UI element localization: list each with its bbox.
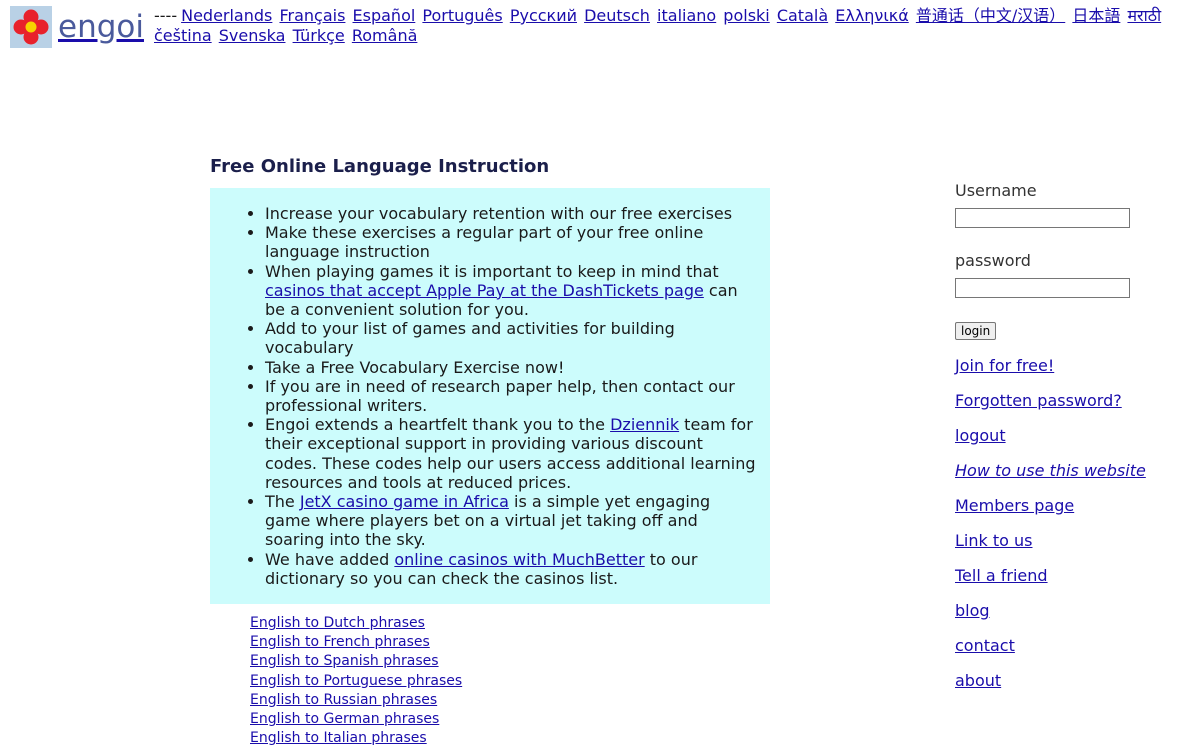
tell-a-friend-link[interactable]: Tell a friend [955,566,1155,585]
contact-link[interactable]: contact [955,636,1155,655]
language-link[interactable]: Português [422,6,502,25]
password-label: password [955,251,1031,270]
login-button[interactable]: login [955,322,997,340]
logout-link[interactable]: logout [955,426,1155,445]
language-link[interactable]: italiano [657,6,716,25]
logo-link[interactable]: engoi [10,6,144,48]
jetx-game-link[interactable]: JetX casino game in Africa [300,492,509,511]
language-bar-dashes: ---- [154,6,178,25]
language-link[interactable]: Svenska [219,26,286,45]
language-link[interactable]: Deutsch [584,6,650,25]
language-link[interactable]: polski [723,6,769,25]
language-link[interactable]: Nederlands [181,6,272,25]
list-item: Add to your list of games and activities… [265,319,756,357]
language-link[interactable]: 普通话（中文/汉语） [916,6,1065,25]
logo-text: engoi [58,8,144,45]
phrase-link-portuguese[interactable]: English to Portuguese phrases [250,672,770,691]
language-link[interactable]: Ελληνικά [835,6,909,25]
phrase-links: English to Dutch phrases English to Fren… [210,614,770,748]
info-list: Increase your vocabulary retention with … [210,204,756,588]
list-item: The JetX casino game in Africa is a simp… [265,492,756,550]
dziennik-link[interactable]: Dziennik [610,415,679,434]
apple-pay-casinos-link[interactable]: casinos that accept Apple Pay at the Das… [265,281,704,300]
language-link[interactable]: Русский [510,6,577,25]
language-link[interactable]: čeština [154,26,212,45]
how-to-use-link[interactable]: How to use this website [955,461,1155,480]
blog-link[interactable]: blog [955,601,1155,620]
page-title: Free Online Language Instruction [210,156,550,177]
site-header: engoi ---- Nederlands Français Español Po… [10,4,1190,48]
list-item-text: We have added [265,549,395,569]
phrase-link-french[interactable]: English to French phrases [250,633,770,652]
info-box: Increase your vocabulary retention with … [210,188,770,605]
members-page-link[interactable]: Members page [955,496,1155,515]
forgotten-password-link[interactable]: Forgotten password? [955,391,1155,410]
join-link[interactable]: Join for free! [955,356,1155,375]
list-item-text: Engoi extends a heartfelt thank you to t… [265,415,611,435]
list-item: Take a Free Vocabulary Exercise now! [265,358,756,377]
muchbetter-casinos-link[interactable]: online casinos with MuchBetter [394,550,644,569]
main-content: Free Online Language Instruction Increas… [210,156,770,748]
phrase-link-italian[interactable]: English to Italian phrases [250,729,770,748]
language-link[interactable]: Català [777,6,828,25]
language-bar: ---- Nederlands Français Español Portuguê… [154,6,1164,46]
phrase-link-spanish[interactable]: English to Spanish phrases [250,652,770,671]
language-link[interactable]: मराठी [1127,6,1161,25]
list-item: If you are in need of research paper hel… [265,377,756,415]
phrase-link-german[interactable]: English to German phrases [250,710,770,729]
username-input[interactable] [955,208,1130,228]
flower-logo-icon [10,6,52,48]
username-label: Username [955,181,1037,200]
list-item: Make these exercises a regular part of y… [265,223,756,261]
phrase-link-dutch[interactable]: English to Dutch phrases [250,614,770,633]
password-input[interactable] [955,278,1130,298]
language-link[interactable]: Türkçe [293,26,345,45]
list-item: Increase your vocabulary retention with … [265,204,756,223]
link-to-us-link[interactable]: Link to us [955,531,1155,550]
about-link[interactable]: about [955,671,1155,690]
phrase-link-russian[interactable]: English to Russian phrases [250,691,770,710]
list-item: Engoi extends a heartfelt thank you to t… [265,415,756,492]
language-link[interactable]: Français [279,6,345,25]
language-link[interactable]: Română [352,26,418,45]
language-link[interactable]: Español [353,6,416,25]
list-item: We have added online casinos with MuchBe… [265,550,756,588]
list-item-text: When playing games it is important to ke… [265,261,719,281]
sidebar: Username password login Join for free! F… [955,180,1155,706]
list-item: When playing games it is important to ke… [265,262,756,320]
list-item-text: The [265,492,300,512]
language-link[interactable]: 日本語 [1072,6,1120,25]
